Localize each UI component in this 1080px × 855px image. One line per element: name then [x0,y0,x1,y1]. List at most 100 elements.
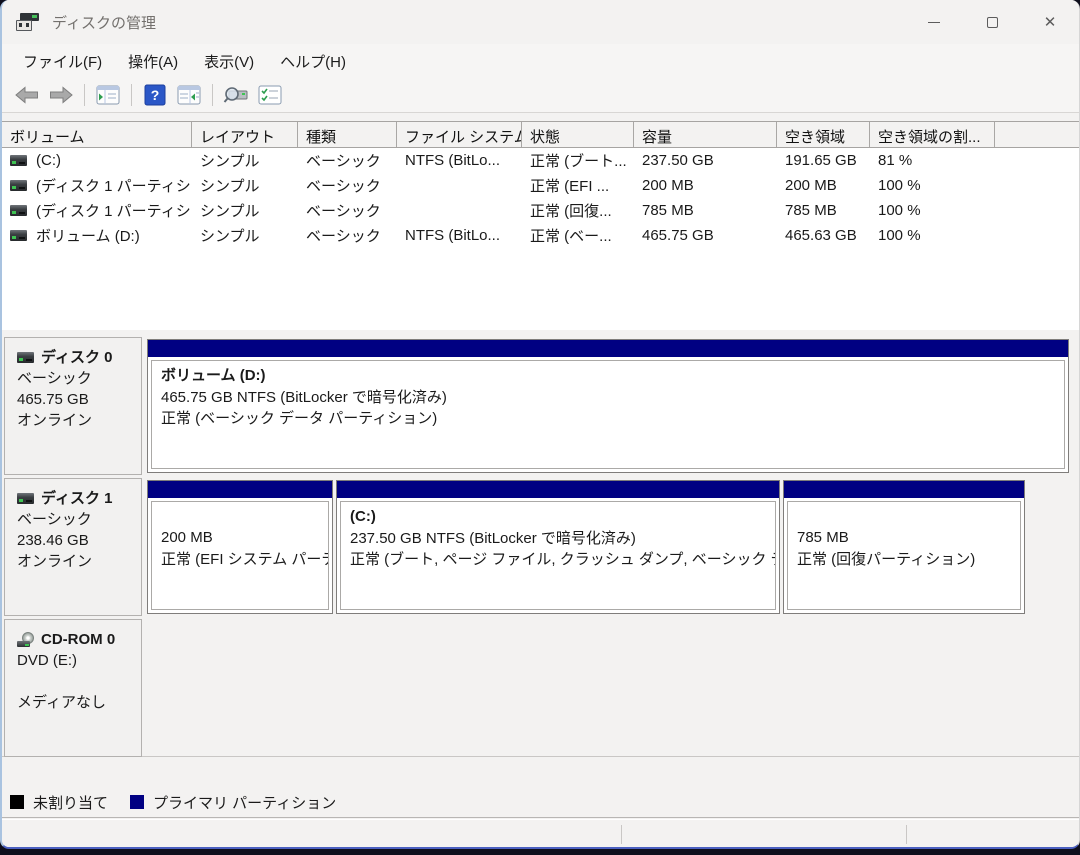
menu-item-view[interactable]: 表示(V) [191,46,267,77]
show-console-tree-icon [96,85,120,105]
column-header-volume[interactable]: ボリューム [2,122,192,147]
column-header-type[interactable]: 種類 [298,122,397,147]
partition-color-band [148,340,1068,357]
legend-swatch-unallocated [10,795,24,809]
partition-color-band [148,481,332,498]
partition-size-line: 785 MB [797,527,1011,549]
cell-status: 正常 (EFI ... [522,175,634,196]
cell-free: 200 MB [777,177,870,194]
cdrom-drive-letter: DVD (E:) [17,650,137,671]
volume-row-c[interactable]: (C:) シンプル ベーシック NTFS (BitLo... 正常 (ブート..… [2,148,1079,173]
toolbar-separator [84,84,85,106]
volume-icon [10,205,27,216]
partition-size-line: 200 MB [161,527,319,549]
column-header-free[interactable]: 空き領域 [777,122,870,147]
cdrom-media-status: メディアなし [17,692,137,713]
forward-button[interactable] [46,81,76,109]
cell-status: 正常 (ベー... [522,225,634,246]
show-action-pane-button[interactable] [174,81,204,109]
back-arrow-icon [15,86,39,104]
partition-color-band [337,481,779,498]
titlebar: ディスクの管理 ✕ [2,0,1079,44]
status-bar-separator [621,825,622,844]
cell-percent-free: 81 % [870,152,995,169]
volume-icon [10,155,27,166]
volume-icon [10,180,27,191]
disk-type: ベーシック [17,509,137,530]
partition-title [797,506,1011,527]
disk-inspect-button[interactable] [221,81,251,109]
partition-c[interactable]: (C:) 237.50 GB NTFS (BitLocker で暗号化済み) 正… [336,480,780,614]
menu-item-file[interactable]: ファイル(F) [10,46,115,77]
menu-item-action[interactable]: 操作(A) [115,46,191,77]
properties-list-icon [258,85,282,105]
volume-name: ボリューム (D:) [36,225,140,246]
partition-title: ボリューム (D:) [161,365,1055,387]
close-button[interactable]: ✕ [1021,0,1079,44]
disk-size: 465.75 GB [17,389,137,410]
partition-color-band [784,481,1024,498]
disk-size: 238.46 GB [17,530,137,551]
partition-efi[interactable]: 200 MB 正常 (EFI システム パーテ [147,480,333,614]
disk-name: ディスク 1 [41,488,112,509]
disk-management-app-icon [16,13,40,31]
svg-text:?: ? [151,87,160,103]
volume-list-header: ボリューム レイアウト 種類 ファイル システム 状態 容量 空き領域 空き領域… [2,121,1079,148]
partition-recovery[interactable]: 785 MB 正常 (回復パーティション) [783,480,1025,614]
column-header-capacity[interactable]: 容量 [634,122,777,147]
maximize-button[interactable] [963,0,1021,44]
disk-status: オンライン [17,551,137,572]
cell-layout: シンプル [192,175,298,196]
column-header-status[interactable]: 状態 [522,122,634,147]
cell-percent-free: 100 % [870,177,995,194]
cell-capacity: 785 MB [634,202,777,219]
cell-layout: シンプル [192,225,298,246]
maximize-icon [987,17,998,28]
status-bar [2,819,1079,849]
column-header-layout[interactable]: レイアウト [192,122,298,147]
minimize-icon [928,22,940,23]
disk-name: ディスク 0 [41,347,112,368]
toolbar-separator [212,84,213,106]
toolbar-separator [131,84,132,106]
menu-item-help[interactable]: ヘルプ(H) [267,46,359,77]
partition-size-line: 465.75 GB NTFS (BitLocker で暗号化済み) [161,387,1055,409]
cell-layout: シンプル [192,200,298,221]
disk-type: ベーシック [17,368,137,389]
volume-row-d[interactable]: ボリューム (D:) シンプル ベーシック NTFS (BitLo... 正常 … [2,223,1079,248]
legend-label-unallocated: 未割り当て [33,792,108,813]
volume-row-recovery[interactable]: (ディスク 1 パーティシ... シンプル ベーシック 正常 (回復... 78… [2,198,1079,223]
disk-icon [17,352,34,363]
disk-1-label[interactable]: ディスク 1 ベーシック 238.46 GB オンライン [4,478,142,616]
menubar: ファイル(F) 操作(A) 表示(V) ヘルプ(H) [2,44,1079,78]
cell-filesystem: NTFS (BitLo... [397,227,522,244]
column-header-filesystem[interactable]: ファイル システム [397,122,522,147]
back-button[interactable] [12,81,42,109]
help-icon: ? [144,84,166,106]
volume-name: (ディスク 1 パーティシ... [36,200,192,221]
disk-1-row: ディスク 1 ベーシック 238.46 GB オンライン 200 MB 正常 (… [2,478,1079,616]
partition-d[interactable]: ボリューム (D:) 465.75 GB NTFS (BitLocker で暗号… [147,339,1069,473]
disk-0-row: ディスク 0 ベーシック 465.75 GB オンライン ボリューム (D:) … [2,337,1079,475]
cell-capacity: 200 MB [634,177,777,194]
partition-status-line: 正常 (ブート, ページ ファイル, クラッシュ ダンプ, ベーシック データ … [350,549,766,571]
cell-filesystem: NTFS (BitLo... [397,152,522,169]
cdrom-name: CD-ROM 0 [41,629,115,650]
partition-title [161,506,319,527]
disk-1-track: 200 MB 正常 (EFI システム パーテ (C:) 237.50 GB N… [147,480,1069,614]
partition-size-line: 237.50 GB NTFS (BitLocker で暗号化済み) [350,528,766,550]
cdrom-0-label[interactable]: CD-ROM 0 DVD (E:) メディアなし [4,619,142,757]
disk-0-label[interactable]: ディスク 0 ベーシック 465.75 GB オンライン [4,337,142,475]
cell-capacity: 465.75 GB [634,227,777,244]
cell-type: ベーシック [298,200,397,221]
show-console-tree-button[interactable] [93,81,123,109]
volume-row-efi[interactable]: (ディスク 1 パーティシ... シンプル ベーシック 正常 (EFI ... … [2,173,1079,198]
volume-icon [10,230,27,241]
properties-list-button[interactable] [255,81,285,109]
column-header-percent-free[interactable]: 空き領域の割... [870,122,995,147]
cell-status: 正常 (回復... [522,200,634,221]
cell-type: ベーシック [298,150,397,171]
disk-status: オンライン [17,410,137,431]
minimize-button[interactable] [905,0,963,44]
help-button[interactable]: ? [140,81,170,109]
